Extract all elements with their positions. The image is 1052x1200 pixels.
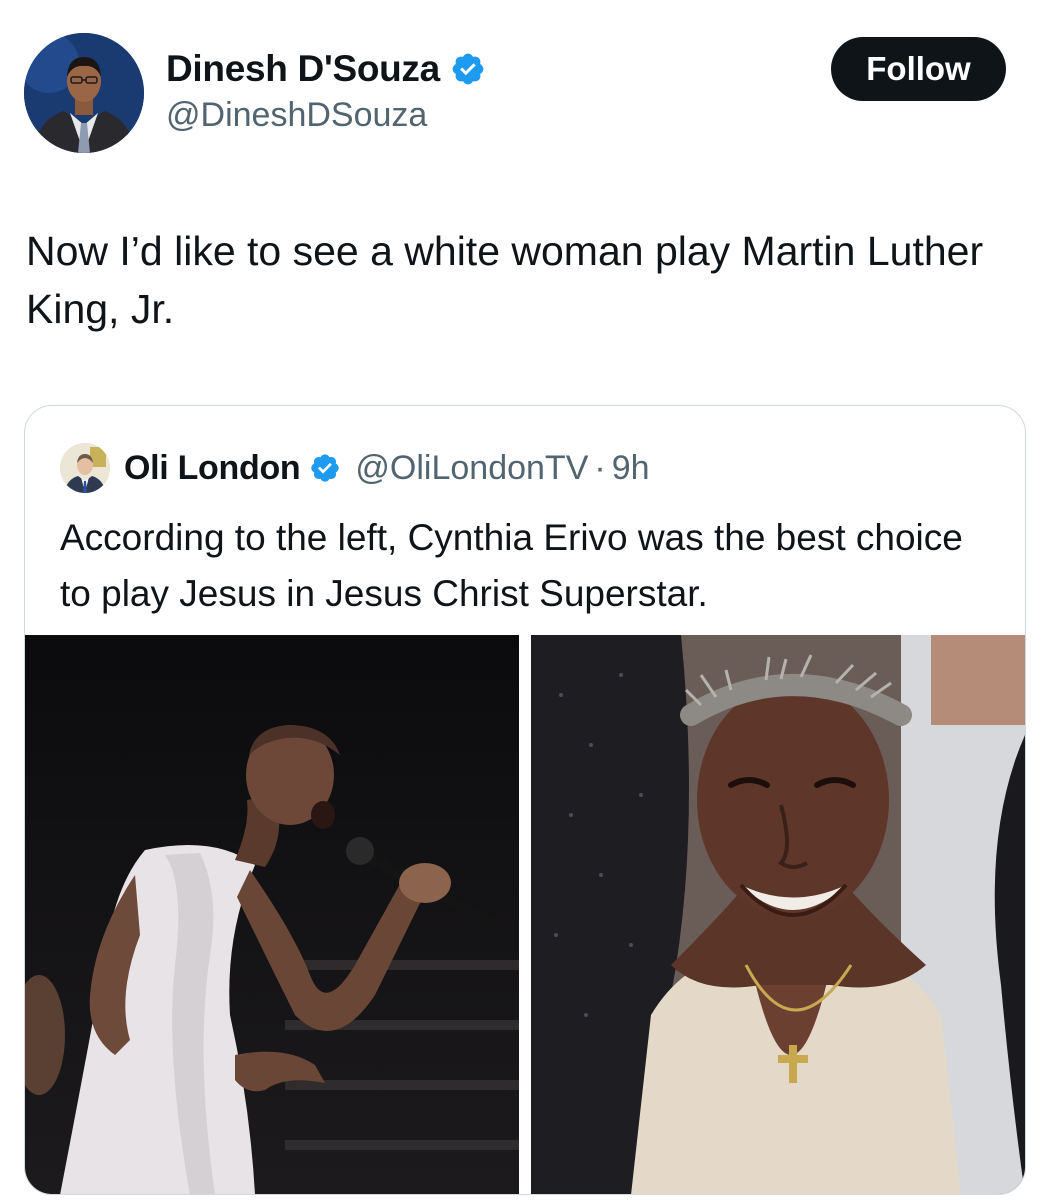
meta-separator: · bbox=[594, 448, 606, 487]
quoted-post-timestamp[interactable]: 9h bbox=[612, 449, 650, 488]
follow-button[interactable]: Follow bbox=[831, 37, 1006, 101]
quoted-author-handle[interactable]: @OliLondonTV bbox=[355, 449, 588, 488]
quoted-post-card[interactable]: Oli London @OliLondonTV · 9h According t… bbox=[24, 405, 1026, 1195]
photo-performer-smiling-icon bbox=[531, 635, 1025, 1194]
quoted-author-avatar[interactable] bbox=[60, 443, 110, 493]
author-name[interactable]: Dinesh D'Souza bbox=[166, 48, 440, 90]
author-handle[interactable]: @DineshDSouza bbox=[166, 96, 427, 135]
media-photo-right[interactable] bbox=[531, 635, 1025, 1194]
verified-badge-icon bbox=[452, 53, 484, 85]
author-name-row: Dinesh D'Souza bbox=[166, 46, 486, 92]
media-photo-left[interactable] bbox=[25, 635, 519, 1194]
quoted-author-name[interactable]: Oli London bbox=[124, 449, 301, 488]
quoted-post-text: According to the left, Cynthia Erivo was… bbox=[60, 517, 963, 614]
photo-performer-singing-icon bbox=[25, 635, 519, 1194]
avatar-person-icon bbox=[24, 33, 144, 153]
verified-badge-icon bbox=[311, 454, 340, 482]
author-avatar[interactable] bbox=[24, 33, 144, 153]
media-grid bbox=[25, 635, 1025, 1194]
quoted-post-header: Oli London @OliLondonTV · 9h bbox=[60, 442, 650, 494]
avatar-person-icon bbox=[60, 443, 110, 493]
post-text: Now I’d like to see a white woman play M… bbox=[26, 228, 984, 332]
